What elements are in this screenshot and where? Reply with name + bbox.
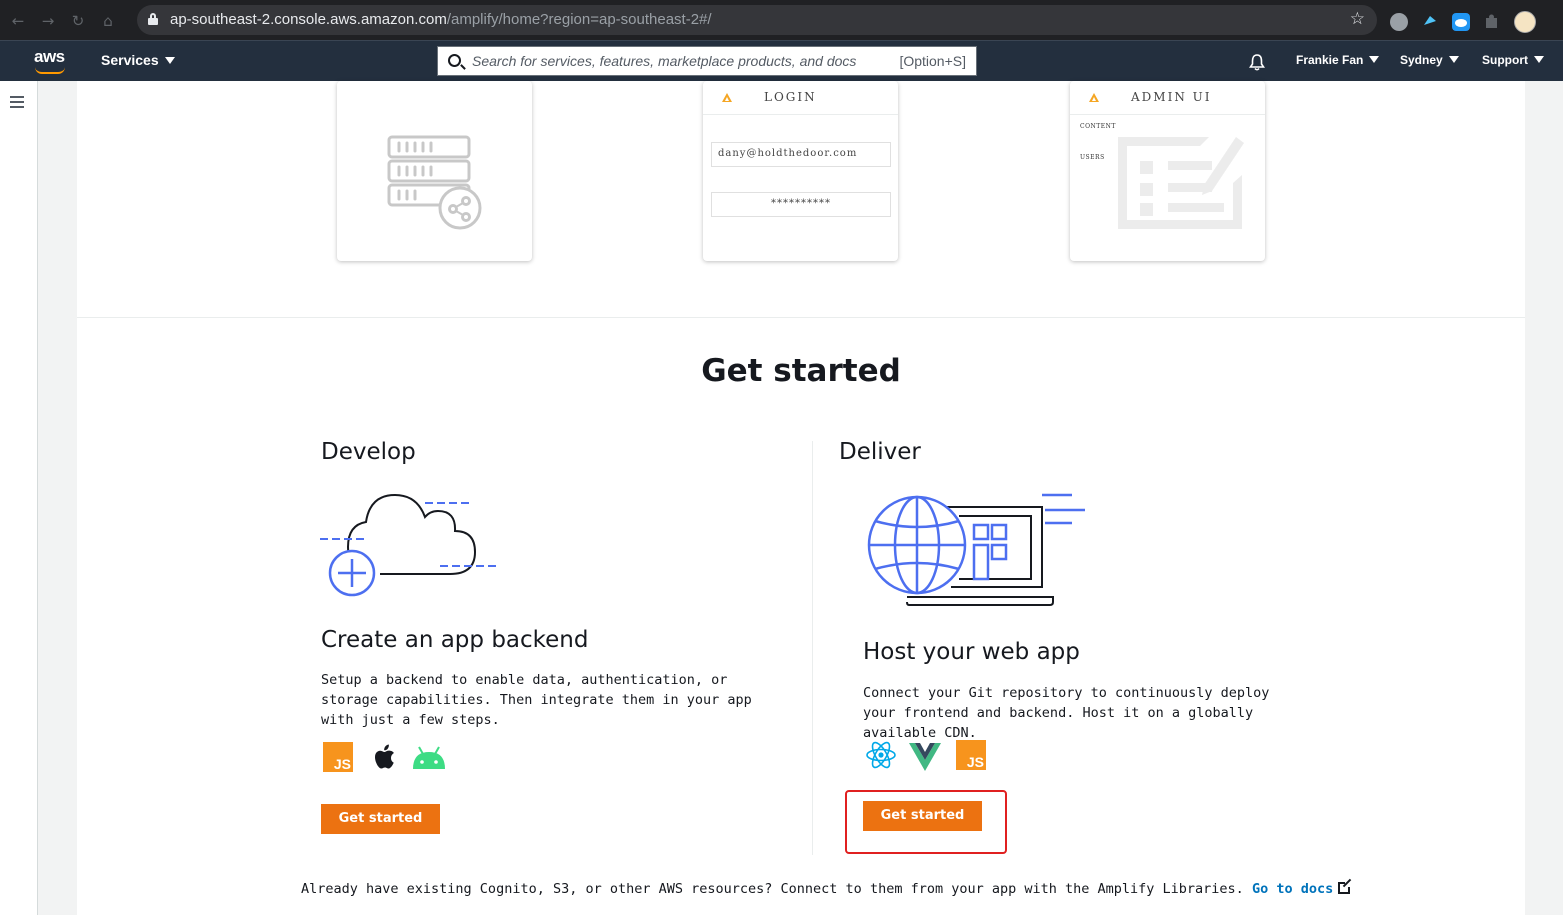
deliver-description: Connect your Git repository to continuou… — [863, 685, 1270, 741]
aws-console-nav: aws Services [Option+S] Frankie Fan Sydn… — [0, 40, 1563, 81]
existing-resources-note: Already have existing Cognito, S3, or ot… — [301, 880, 1353, 897]
deliver-subheading: Host your web app — [863, 639, 1080, 665]
bookmark-star-icon[interactable]: ☆ — [1350, 9, 1365, 29]
browser-nav-buttons: ← → ↻ ⌂ — [8, 11, 118, 31]
search-shortcut-hint: [Option+S] — [899, 53, 966, 69]
hero-divider — [77, 317, 1525, 318]
caret-down-icon — [1448, 56, 1459, 63]
extension-icons — [1390, 11, 1536, 33]
develop-description: Setup a backend to enable data, authenti… — [321, 672, 752, 728]
login-email-field: dany@holdthedoor.com — [711, 142, 891, 167]
search-input[interactable] — [472, 51, 892, 71]
url-host: ap-southeast-2.console.aws.amazon.com — [170, 11, 447, 28]
caret-down-icon — [164, 57, 175, 64]
external-link-icon[interactable] — [1338, 880, 1353, 894]
home-icon[interactable]: ⌂ — [98, 11, 118, 31]
account-label: Frankie Fan — [1296, 53, 1364, 67]
aws-logo[interactable]: aws — [34, 47, 65, 74]
admin-card-title: ADMIN UI — [1131, 90, 1212, 104]
global-search[interactable]: [Option+S] — [437, 46, 977, 76]
deliver-heading: Deliver — [839, 439, 921, 465]
login-card-title: LOGIN — [764, 90, 817, 104]
side-nav-collapsed — [0, 81, 38, 915]
url-text[interactable]: ap-southeast-2.console.aws.amazon.com/am… — [170, 11, 712, 28]
region-label: Sydney — [1400, 53, 1443, 67]
develop-subheading: Create an app backend — [321, 627, 589, 653]
apple-icon — [375, 744, 394, 769]
highlight-annotation — [845, 790, 1007, 854]
login-illustration-card: LOGIN dany@holdthedoor.com ********** — [703, 81, 898, 261]
services-label: Services — [101, 52, 159, 68]
column-divider — [812, 441, 813, 855]
camera-extension-icon[interactable] — [1390, 13, 1408, 31]
admin-content-label: CONTENT — [1080, 123, 1116, 130]
react-icon — [866, 741, 896, 769]
cloud-add-illustration — [320, 493, 500, 597]
vue-icon — [909, 743, 941, 771]
develop-get-started-button[interactable]: Get started — [321, 804, 440, 834]
develop-heading: Develop — [321, 439, 416, 465]
go-to-docs-link[interactable]: Go to docs — [1252, 881, 1333, 897]
login-password-field: ********** — [711, 192, 891, 217]
url-path: /amplify/home?region=ap-southeast-2#/ — [446, 11, 712, 28]
amplify-logo-icon — [1089, 93, 1099, 102]
web-hosting-illustration — [867, 493, 1085, 606]
browser-toolbar: ← → ↻ ⌂ ap-southeast-2.console.aws.amazo… — [0, 0, 1563, 40]
cloud-extension-icon[interactable] — [1452, 13, 1470, 31]
services-menu[interactable]: Services — [101, 52, 175, 68]
login-card-header: LOGIN — [703, 81, 898, 115]
bird-extension-icon[interactable] — [1421, 13, 1439, 31]
admin-ui-illustration-card: ADMIN UI CONTENT USERS — [1070, 81, 1265, 261]
admin-card-header: ADMIN UI — [1070, 81, 1265, 115]
get-started-title: Get started — [701, 353, 901, 389]
back-icon[interactable]: ← — [8, 11, 28, 31]
support-menu[interactable]: Support — [1482, 53, 1544, 67]
address-bar[interactable]: ap-southeast-2.console.aws.amazon.com/am… — [137, 5, 1377, 35]
admin-users-label: USERS — [1080, 154, 1105, 161]
amplify-logo-icon — [722, 93, 732, 102]
support-label: Support — [1482, 53, 1528, 67]
aws-smile-icon — [35, 67, 65, 74]
region-menu[interactable]: Sydney — [1400, 53, 1459, 67]
notifications-bell-icon[interactable] — [1248, 53, 1266, 71]
javascript-icon: JS — [956, 740, 986, 770]
caret-down-icon — [1369, 56, 1380, 63]
android-icon — [413, 746, 445, 769]
caret-down-icon — [1534, 56, 1544, 63]
footer-text: Already have existing Cognito, S3, or ot… — [301, 881, 1244, 897]
profile-avatar[interactable] — [1514, 11, 1536, 33]
forward-icon[interactable]: → — [38, 11, 58, 31]
puzzle-extension-icon[interactable] — [1483, 13, 1501, 31]
hosting-illustration-card — [337, 81, 532, 261]
edit-form-icon — [1118, 137, 1244, 229]
javascript-icon: JS — [323, 742, 353, 772]
lock-icon — [148, 13, 158, 25]
server-share-icon — [387, 135, 482, 230]
aws-logo-text: aws — [34, 47, 65, 66]
account-menu[interactable]: Frankie Fan — [1296, 53, 1380, 67]
reload-icon[interactable]: ↻ — [68, 11, 88, 31]
menu-hamburger-icon[interactable] — [10, 96, 24, 108]
main-content: LOGIN dany@holdthedoor.com ********** AD… — [77, 81, 1525, 915]
search-icon — [448, 54, 461, 67]
